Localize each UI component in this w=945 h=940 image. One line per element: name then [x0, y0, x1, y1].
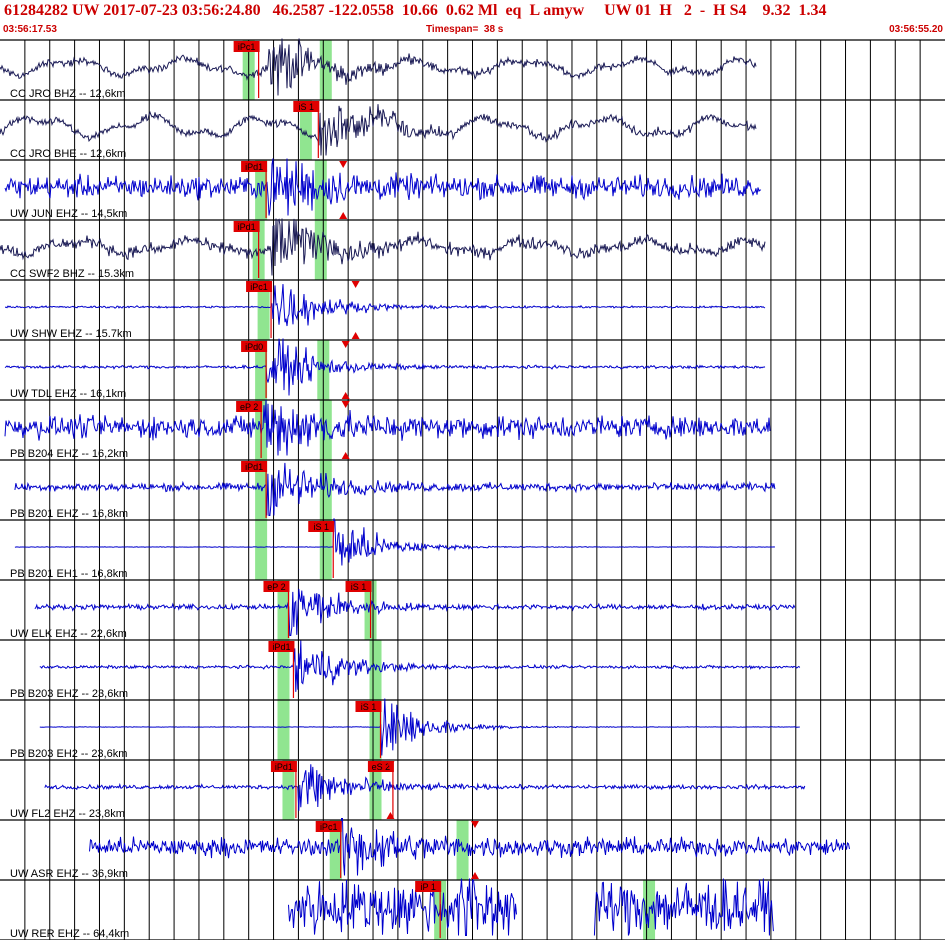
pick-label: iS 1 — [361, 702, 377, 712]
pick-window — [255, 520, 268, 580]
waveform-trace — [89, 818, 850, 876]
station-label: UW TDL EHZ -- 16,1km — [10, 388, 126, 400]
predicted-s-marker — [351, 281, 360, 288]
station-label: PB B201 EH1 -- 16,8km — [10, 568, 127, 580]
waveform-trace — [39, 698, 800, 756]
predicted-s-marker — [351, 332, 360, 339]
station-label: CC SWF2 BHZ -- 15.3km — [10, 268, 134, 280]
waveform-trace — [4, 338, 766, 396]
pick-label: iPc1 — [320, 822, 338, 832]
waveform-trace — [39, 640, 801, 692]
seismogram-panel[interactable]: iPc1 CC JRO BHZ -- 12,6km iS 1 CC JRO BHE -… — [0, 0, 945, 940]
pick-label: iPd1 — [245, 162, 263, 172]
station-label: UW RER EHZ -- 64,4km — [10, 928, 129, 940]
waveform-trace — [0, 218, 766, 276]
waveform-trace — [14, 518, 775, 566]
pick-label: iS 1 — [299, 102, 315, 112]
pick-label: eP 2 — [240, 402, 258, 412]
waveform-trace — [288, 878, 517, 936]
station-label: CC JRO BHZ -- 12,6km — [10, 88, 126, 100]
pick-label: iPd1 — [272, 642, 290, 652]
predicted-s-marker — [339, 212, 348, 219]
pick-label: iPd1 — [275, 762, 293, 772]
station-label: UW SHW EHZ -- 15.7km — [10, 328, 132, 340]
pick-label: iS 1 — [351, 582, 367, 592]
station-label: UW FL2 EHZ -- 23,8km — [10, 808, 125, 820]
pick-label: iPd1 — [238, 222, 256, 232]
station-label: UW ELK EHZ -- 22,6km — [10, 628, 127, 640]
pick-label: eP 2 — [267, 582, 285, 592]
station-label: PB B204 EHZ -- 16,2km — [10, 448, 128, 460]
pick-label: iPc1 — [238, 42, 256, 52]
pick-label: iP 1 — [420, 882, 435, 892]
pick-label: iPd0 — [245, 342, 263, 352]
waveform-trace — [4, 284, 766, 327]
predicted-s-marker — [339, 161, 348, 168]
waveform-trace — [44, 764, 806, 811]
station-label: UW ASR EHZ -- 36,9km — [10, 868, 128, 880]
pick-label: iPd1 — [245, 462, 263, 472]
station-label: CC JRO BHE -- 12,6km — [10, 148, 126, 160]
station-label: PB B201 EHZ -- 16,8km — [10, 508, 128, 520]
waveform-trace — [14, 462, 776, 516]
pick-label: iPc1 — [250, 282, 268, 292]
station-label: UW JUN EHZ -- 14,5km — [10, 208, 127, 220]
pick-label: iS 1 — [313, 522, 329, 532]
time-gridlines — [24, 40, 921, 940]
pick-window — [277, 700, 290, 760]
pick-label: eS 2 — [372, 762, 391, 772]
station-label: PB B203 EHZ -- 23,6km — [10, 688, 128, 700]
waveform-trace — [4, 158, 762, 216]
station-label: PB B203 EH2 -- 23,6km — [10, 748, 127, 760]
waveform-trace — [0, 38, 757, 96]
